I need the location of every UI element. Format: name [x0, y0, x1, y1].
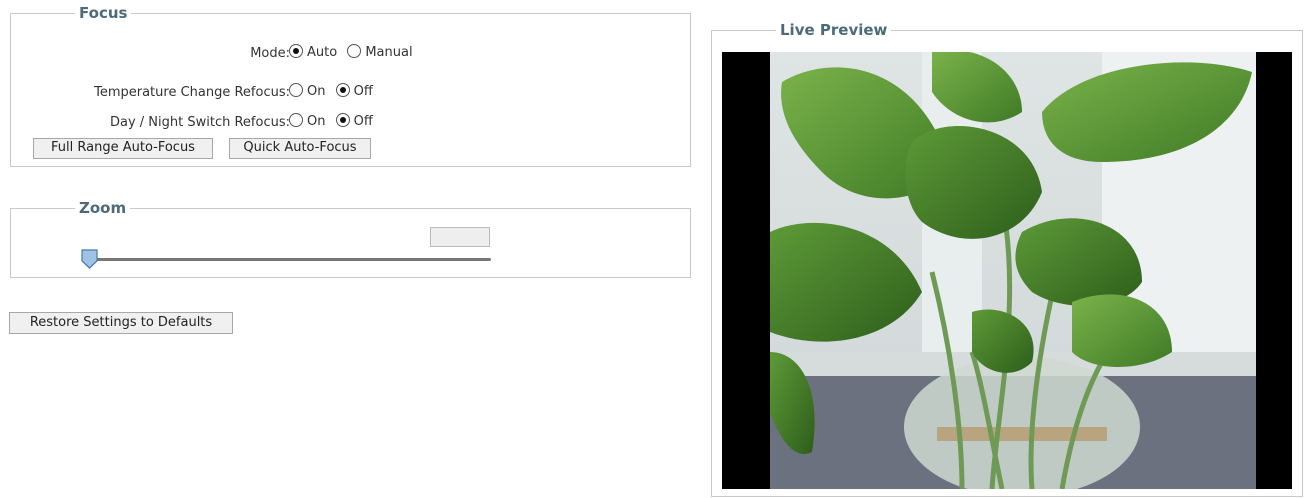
- full-range-autofocus-button[interactable]: Full Range Auto-Focus: [33, 138, 213, 159]
- day-night-refocus-label: Day / Night Switch Refocus:: [109, 115, 290, 130]
- mode-label: Mode:: [250, 46, 290, 61]
- preview-image: [770, 52, 1256, 489]
- temperature-refocus-options: On Off: [289, 83, 379, 99]
- temperature-off-radio[interactable]: [335, 83, 350, 97]
- temperature-on-radio[interactable]: [289, 83, 303, 97]
- temperature-refocus-label: Temperature Change Refocus:: [94, 85, 290, 100]
- quick-autofocus-button[interactable]: Quick Auto-Focus: [229, 138, 371, 159]
- focus-legend: Focus: [75, 4, 132, 22]
- mode-manual-radio[interactable]: [347, 44, 362, 58]
- zoom-slider-track[interactable]: [85, 258, 491, 261]
- mode-auto-radio[interactable]: [289, 44, 303, 58]
- mode-auto-label[interactable]: Auto: [307, 45, 337, 60]
- zoom-value-box[interactable]: [430, 227, 490, 247]
- restore-defaults-button[interactable]: Restore Settings to Defaults: [9, 312, 233, 334]
- zoom-slider-thumb[interactable]: [81, 249, 98, 269]
- focus-panel: Focus Mode: Auto Manual Temperature Chan…: [10, 4, 691, 167]
- mode-options: Auto Manual: [289, 44, 419, 60]
- live-preview-legend: Live Preview: [776, 21, 892, 39]
- day-night-off-label[interactable]: Off: [354, 114, 373, 129]
- mode-manual-label[interactable]: Manual: [365, 45, 412, 60]
- day-night-on-label[interactable]: On: [307, 114, 325, 129]
- zoom-panel: Zoom: [10, 199, 691, 278]
- live-preview-video: [722, 52, 1292, 489]
- day-night-refocus-options: On Off: [289, 113, 379, 129]
- temperature-off-label[interactable]: Off: [354, 84, 373, 99]
- day-night-off-radio[interactable]: [335, 113, 350, 127]
- zoom-legend: Zoom: [75, 199, 131, 217]
- temperature-on-label[interactable]: On: [307, 84, 325, 99]
- day-night-on-radio[interactable]: [289, 113, 303, 127]
